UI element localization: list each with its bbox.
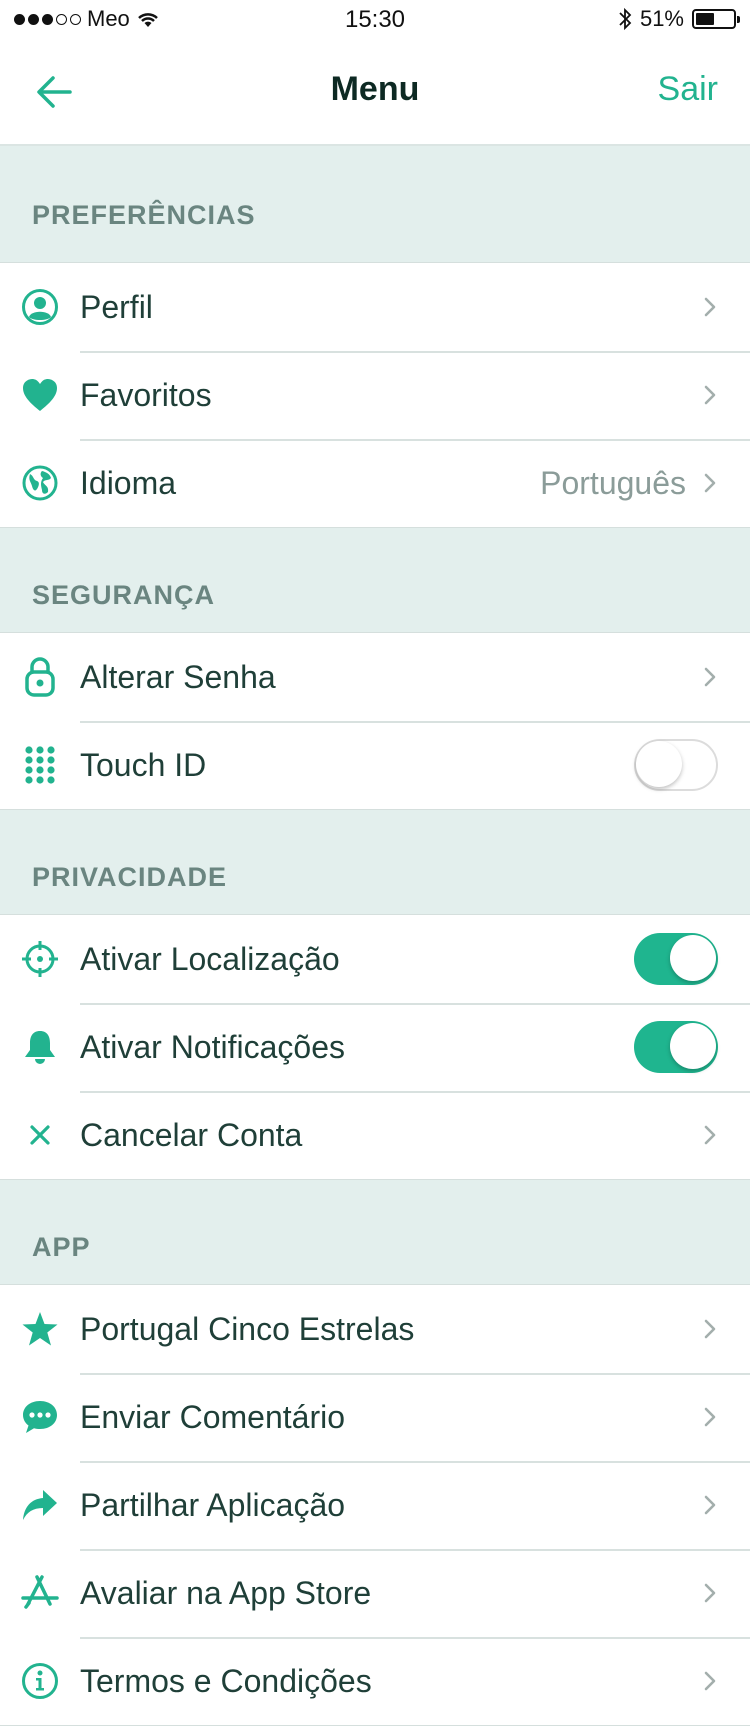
toggle-knob bbox=[636, 741, 682, 787]
toggle-switch-ativar-localizacao[interactable] bbox=[634, 933, 718, 985]
app-store-icon bbox=[20, 1573, 60, 1613]
menu-item-enviar-comentario[interactable]: Enviar Comentário bbox=[0, 1373, 750, 1461]
menu-item-label: Avaliar na App Store bbox=[80, 1574, 372, 1611]
battery-percent: 51% bbox=[639, 6, 684, 31]
menu-item-label: Perfil bbox=[80, 288, 153, 325]
toggle-switch-ativar-notificacoes[interactable] bbox=[634, 1021, 718, 1073]
menu-item-label: Touch ID bbox=[80, 746, 207, 783]
info-icon bbox=[20, 1661, 60, 1701]
share-icon bbox=[20, 1485, 60, 1525]
logout-button[interactable]: Sair bbox=[658, 70, 718, 109]
status-bar: Meo 15:30 51% bbox=[0, 0, 750, 40]
menu-item-cancelar-conta[interactable]: Cancelar Conta bbox=[0, 1091, 750, 1179]
chevron-right-icon bbox=[704, 1671, 716, 1691]
menu-item-label: Partilhar Aplicação bbox=[80, 1486, 346, 1523]
lock-icon bbox=[20, 657, 60, 697]
menu-item-label: Cancelar Conta bbox=[80, 1116, 303, 1153]
section-header-privacidade: PRIVACIDADE bbox=[32, 862, 228, 892]
close-icon bbox=[20, 1115, 60, 1155]
crosshair-icon bbox=[20, 939, 60, 979]
menu-sections: PREFERÊNCIAS Perfil Favoritos Idioma Portugu… bbox=[0, 146, 750, 1726]
toggle-switch-touch-id[interactable] bbox=[634, 739, 718, 791]
menu-item-label: Enviar Comentário bbox=[80, 1398, 345, 1435]
chat-icon bbox=[20, 1397, 60, 1437]
globe-icon bbox=[20, 463, 60, 503]
section-header-app: APP bbox=[32, 1232, 91, 1262]
menu-item-portugal-cinco-estrelas[interactable]: Portugal Cinco Estrelas bbox=[0, 1285, 750, 1373]
menu-group-preferencias: Perfil Favoritos Idioma Português bbox=[0, 262, 750, 528]
menu-item-value: Português bbox=[540, 464, 686, 501]
toggle-knob bbox=[670, 935, 716, 981]
status-right: 51% bbox=[618, 6, 740, 32]
menu-item-ativar-localizacao: Ativar Localização bbox=[0, 915, 750, 1003]
keypad-icon bbox=[20, 745, 60, 785]
menu-group-seguranca: Alterar Senha Touch ID bbox=[0, 632, 750, 810]
chevron-right-icon bbox=[704, 667, 716, 687]
heart-icon bbox=[20, 375, 60, 415]
chevron-right-icon bbox=[704, 473, 716, 493]
star-icon bbox=[20, 1309, 60, 1349]
menu-item-label: Termos e Condições bbox=[80, 1662, 372, 1699]
menu-item-ativar-notificacoes: Ativar Notificações bbox=[0, 1003, 750, 1091]
toggle-knob bbox=[670, 1023, 716, 1069]
menu-item-label: Alterar Senha bbox=[80, 658, 276, 695]
bell-icon bbox=[20, 1027, 60, 1067]
menu-item-termos-e-condicoes[interactable]: Termos e Condições bbox=[0, 1637, 750, 1725]
chevron-right-icon bbox=[704, 1319, 716, 1339]
section-header-seguranca: SEGURANÇA bbox=[32, 580, 216, 610]
menu-item-idioma[interactable]: Idioma Português bbox=[0, 439, 750, 527]
battery-icon bbox=[692, 9, 740, 29]
bluetooth-icon bbox=[619, 7, 632, 31]
menu-item-touch-id: Touch ID bbox=[0, 721, 750, 809]
page-title: Menu bbox=[330, 70, 420, 108]
chevron-right-icon bbox=[704, 1125, 716, 1145]
chevron-right-icon bbox=[704, 297, 716, 317]
menu-item-label: Ativar Notificações bbox=[80, 1028, 345, 1065]
chevron-right-icon bbox=[704, 385, 716, 405]
menu-group-app: Portugal Cinco Estrelas Enviar Comentário… bbox=[0, 1284, 750, 1726]
menu-item-favoritos[interactable]: Favoritos bbox=[0, 351, 750, 439]
menu-item-avaliar-na-app-store[interactable]: Avaliar na App Store bbox=[0, 1549, 750, 1637]
profile-icon bbox=[20, 287, 60, 327]
chevron-right-icon bbox=[704, 1495, 716, 1515]
menu-group-privacidade: Ativar Localização Ativar Notificações Can… bbox=[0, 914, 750, 1180]
section-header-preferencias: PREFERÊNCIAS bbox=[32, 200, 256, 230]
navigation-bar: Menu Sair bbox=[0, 40, 750, 146]
menu-item-partilhar-aplicacao[interactable]: Partilhar Aplicação bbox=[0, 1461, 750, 1549]
menu-item-label: Idioma bbox=[80, 464, 177, 501]
menu-item-label: Favoritos bbox=[80, 376, 212, 413]
menu-item-label: Portugal Cinco Estrelas bbox=[80, 1310, 415, 1347]
chevron-right-icon bbox=[704, 1583, 716, 1603]
chevron-right-icon bbox=[704, 1407, 716, 1427]
menu-item-alterar-senha[interactable]: Alterar Senha bbox=[0, 633, 750, 721]
menu-item-perfil[interactable]: Perfil bbox=[0, 263, 750, 351]
menu-item-label: Ativar Localização bbox=[80, 940, 340, 977]
